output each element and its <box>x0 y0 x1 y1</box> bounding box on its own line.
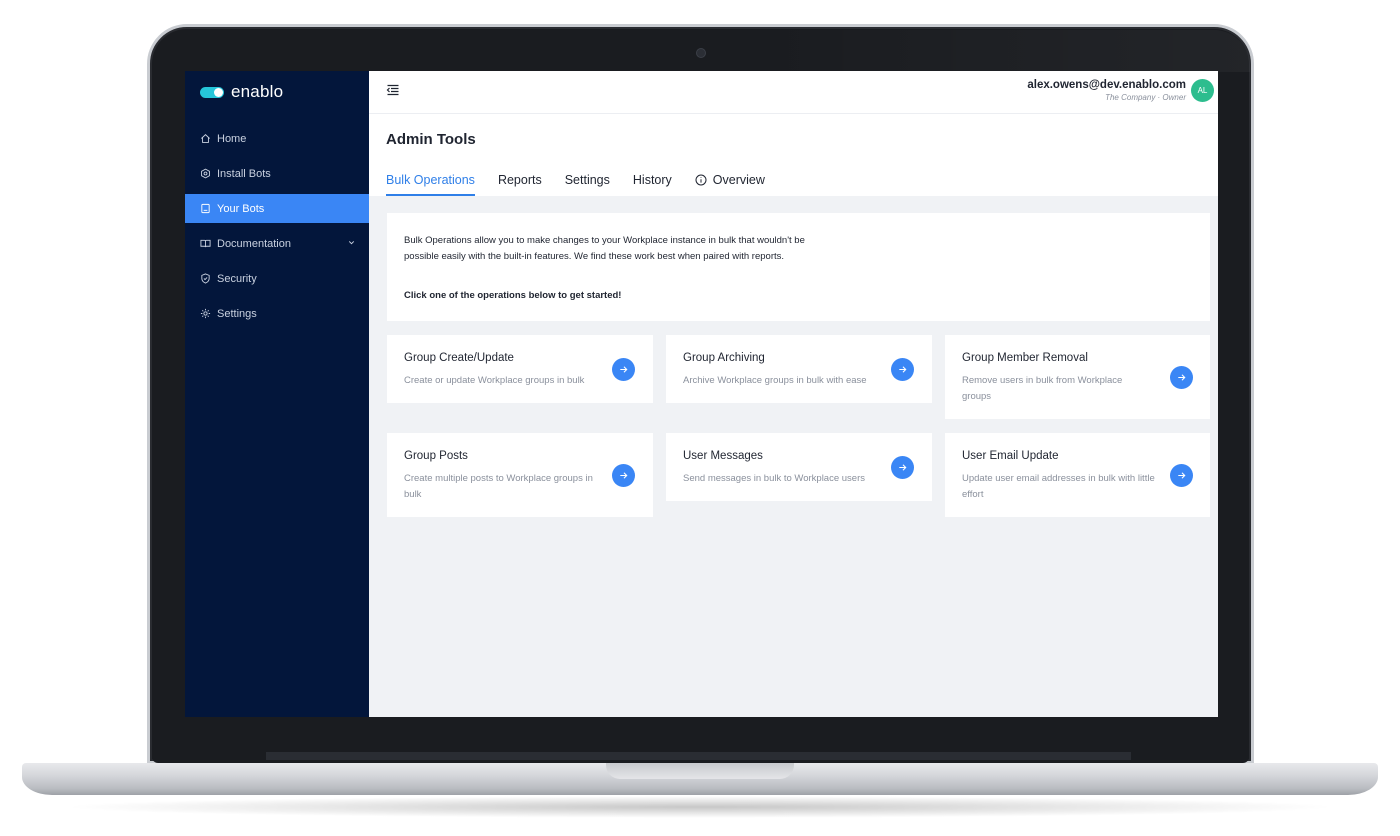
laptop-hinge <box>266 752 1131 760</box>
sidebar-item-label: Documentation <box>217 237 291 250</box>
home-icon <box>200 133 211 144</box>
operation-card-group-posts[interactable]: Group Posts Create multiple posts to Wor… <box>387 433 653 517</box>
sidebar-item-your-bots[interactable]: Your Bots <box>185 194 369 223</box>
brand-name: enablo <box>231 82 284 101</box>
tab-label: Bulk Operations <box>386 173 475 187</box>
operation-card-user-messages[interactable]: User Messages Send messages in bulk to W… <box>666 433 932 501</box>
card-title: Group Archiving <box>683 352 765 364</box>
arrow-right-icon[interactable] <box>1170 366 1193 389</box>
lid-reflection <box>760 30 1250 72</box>
sidebar-item-documentation[interactable]: Documentation <box>185 229 369 258</box>
tab-bar: Bulk Operations Reports Settings History… <box>386 171 788 196</box>
sidebar-item-home[interactable]: Home <box>185 124 369 153</box>
laptop-frame: enablo Home Install Bots Your Bots Docum… <box>0 0 1400 836</box>
tab-settings[interactable]: Settings <box>565 171 610 196</box>
tab-history[interactable]: History <box>633 171 672 196</box>
book-icon <box>200 238 211 249</box>
gear-icon <box>200 308 211 319</box>
brand[interactable]: enablo <box>200 82 283 102</box>
laptop-base-notch <box>606 763 794 779</box>
tab-label: History <box>632 173 672 187</box>
card-title: Group Posts <box>404 450 468 462</box>
menu-collapse-icon[interactable] <box>386 83 400 97</box>
page-header: Admin Tools Bulk Operations Reports Sett… <box>369 114 1218 196</box>
operation-card-user-email-update[interactable]: User Email Update Update user email addr… <box>945 433 1210 517</box>
card-title: Group Member Removal <box>962 352 1088 364</box>
sidebar-item-settings[interactable]: Settings <box>185 299 369 328</box>
card-title: Group Create/Update <box>404 352 514 364</box>
sidebar-item-install-bots[interactable]: Install Bots <box>185 159 369 188</box>
card-description: Send messages in bulk to Workplace users <box>683 473 865 484</box>
tab-bulk-operations[interactable]: Bulk Operations <box>386 171 475 196</box>
tab-label: Overview <box>712 173 765 187</box>
card-title: User Email Update <box>962 450 1059 462</box>
info-icon <box>695 174 707 186</box>
operation-card-group-archiving[interactable]: Group Archiving Archive Workplace groups… <box>666 335 932 403</box>
arrow-right-icon[interactable] <box>612 358 635 381</box>
sidebar-nav: Home Install Bots Your Bots Documentatio… <box>185 124 369 334</box>
sidebar-item-security[interactable]: Security <box>185 264 369 293</box>
sidebar-item-label: Security <box>217 272 257 285</box>
card-description: Create multiple posts to Workplace group… <box>404 473 593 500</box>
card-description: Remove users in bulk from Workplace grou… <box>962 375 1123 402</box>
tab-label: Reports <box>497 173 542 187</box>
sidebar-item-label: Home <box>217 132 247 145</box>
sidebar-item-label: Install Bots <box>217 167 271 180</box>
chevron-down-icon[interactable] <box>347 238 356 247</box>
app-screen: enablo Home Install Bots Your Bots Docum… <box>185 71 1218 717</box>
user-role: The Company · Owner <box>1105 93 1186 102</box>
laptop-shadow <box>60 796 1340 818</box>
sidebar: enablo Home Install Bots Your Bots Docum… <box>185 71 369 717</box>
install-icon <box>200 168 211 179</box>
intro-cta: Click one of the operations below to get… <box>404 290 622 301</box>
arrow-right-icon[interactable] <box>1170 464 1193 487</box>
intro-panel: Bulk Operations allow you to make change… <box>387 213 1210 321</box>
tab-overview[interactable]: Overview <box>695 171 765 196</box>
bot-icon <box>200 203 211 214</box>
tab-label: Settings <box>564 173 610 187</box>
user-email[interactable]: alex.owens@dev.enablo.com <box>1027 79 1186 91</box>
shield-icon <box>200 273 211 284</box>
intro-text: Bulk Operations allow you to make change… <box>404 235 805 262</box>
page-title: Admin Tools <box>386 131 476 148</box>
arrow-right-icon[interactable] <box>891 456 914 479</box>
top-header: alex.owens@dev.enablo.com The Company · … <box>369 71 1218 114</box>
card-description: Create or update Workplace groups in bul… <box>404 375 585 386</box>
operation-card-group-member-removal[interactable]: Group Member Removal Remove users in bul… <box>945 335 1210 419</box>
sidebar-item-label: Your Bots <box>217 202 265 215</box>
arrow-right-icon[interactable] <box>612 464 635 487</box>
tab-reports[interactable]: Reports <box>498 171 542 196</box>
card-title: User Messages <box>683 450 763 462</box>
card-description: Archive Workplace groups in bulk with ea… <box>683 375 867 386</box>
arrow-right-icon[interactable] <box>891 358 914 381</box>
card-description: Update user email addresses in bulk with… <box>962 473 1155 500</box>
camera-icon <box>696 48 706 58</box>
operation-card-group-create-update[interactable]: Group Create/Update Create or update Wor… <box>387 335 653 403</box>
sidebar-item-label: Settings <box>217 307 257 320</box>
avatar[interactable]: AL <box>1191 79 1214 102</box>
enablo-logo-icon <box>200 86 224 98</box>
